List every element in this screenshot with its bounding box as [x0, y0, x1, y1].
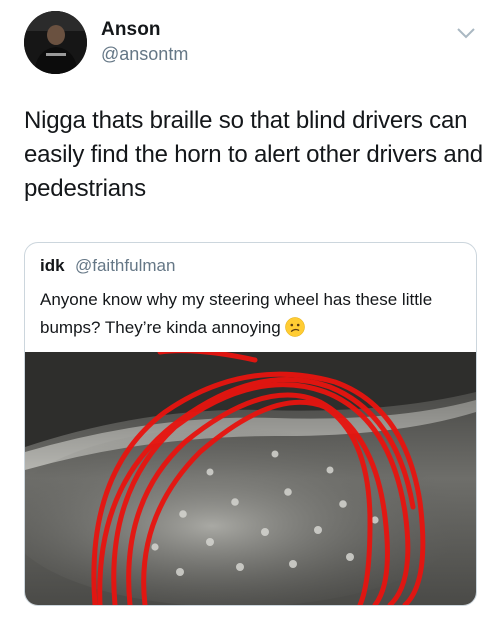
- quoted-author-handle: @faithfulman: [75, 256, 176, 275]
- steering-wheel-photo[interactable]: [25, 348, 476, 605]
- quoted-tweet-text: Anyone know why my steering wheel has th…: [40, 286, 465, 342]
- avatar-image: [24, 11, 87, 74]
- avatar[interactable]: [24, 11, 87, 74]
- quoted-author-name: idk: [40, 256, 65, 275]
- confused-face-icon: [284, 317, 305, 337]
- tweet: Anson @ansontm Nigga thats braille so th…: [0, 0, 500, 623]
- tweet-text: Nigga thats braille so that blind driver…: [24, 107, 483, 202]
- quoted-tweet[interactable]: idk @faithfulman Anyone know why my stee…: [24, 242, 477, 606]
- quoted-tweet-body: Anyone know why my steering wheel has th…: [40, 290, 433, 337]
- author-handle[interactable]: @ansontm: [101, 44, 188, 65]
- chevron-down-icon[interactable]: [456, 26, 476, 40]
- author-name[interactable]: Anson: [101, 19, 161, 41]
